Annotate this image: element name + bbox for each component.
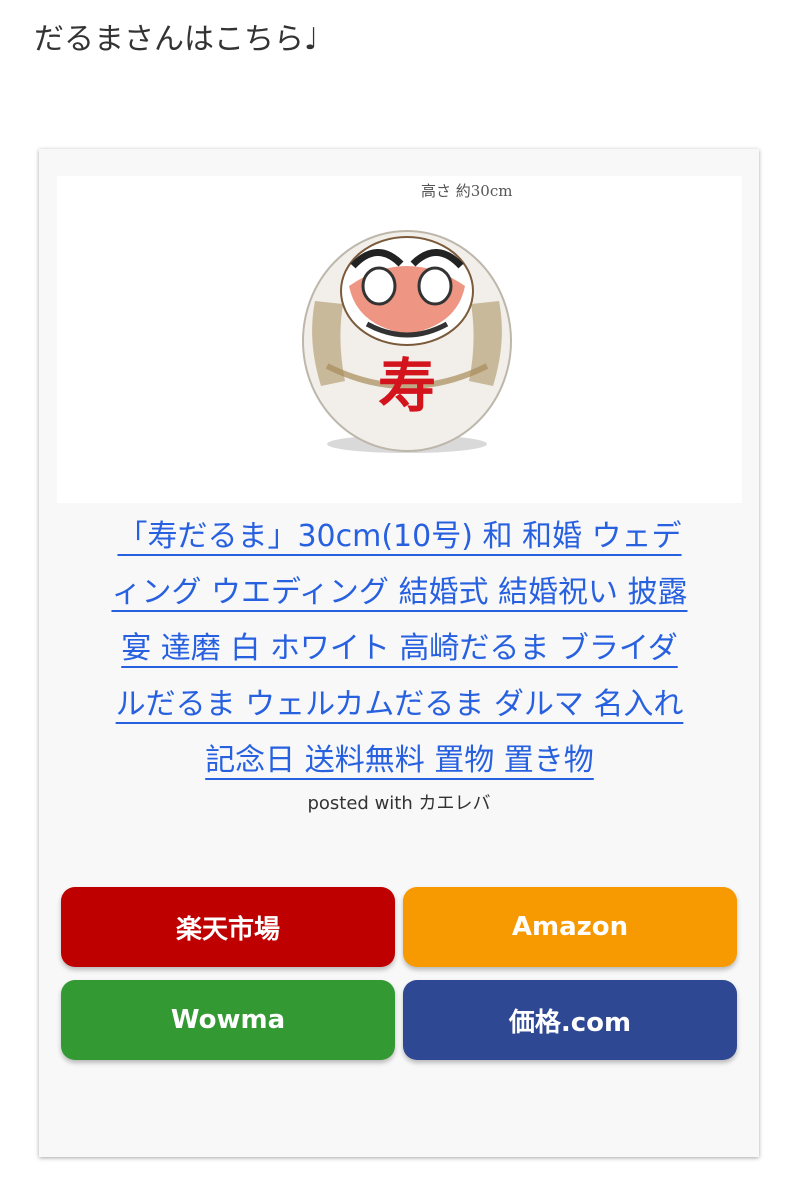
right-eye [417,266,453,306]
title-line: 「寿だるま」30cm(10号) 和 和婚 ウェデ [117,519,682,554]
product-title: 「寿だるま」30cm(10号) 和 和婚 ウェデ ィング ウエディング 結婚式 … [57,509,742,789]
intro-text: だるまさんはこちら♩ [34,22,319,57]
amazon-button[interactable]: Amazon [403,887,737,967]
left-eye [361,266,397,306]
title-line: ルだるま ウェルカムだるま ダルマ 名入れ [115,687,684,722]
kotobuki-character: 寿 [378,352,436,420]
daruma-illustration: 寿 [302,230,512,453]
wowma-button[interactable]: Wowma [61,980,395,1060]
height-label: 高さ 約30cm [421,182,513,200]
rakuten-button[interactable]: 楽天市場 [61,887,395,967]
title-line: 宴 達磨 白 ホワイト 高崎だるま ブライダ [121,631,678,666]
kakaku-button[interactable]: 価格.com [403,980,737,1060]
title-line: 記念日 送料無料 置物 置き物 [205,743,594,778]
product-title-link[interactable]: 「寿だるま」30cm(10号) 和 和婚 ウェデ ィング ウエディング 結婚式 … [111,519,687,778]
product-image[interactable]: 高さ 約30cm 寿 [57,176,742,503]
product-card: 高さ 約30cm 寿 「寿だるま」30cm(10号) 和 和婚 ウェデ ィング … [39,149,759,1157]
title-line: ィング ウエディング 結婚式 結婚祝い 披露 [111,575,688,610]
posted-with-credit: posted with カエレバ [307,793,491,814]
